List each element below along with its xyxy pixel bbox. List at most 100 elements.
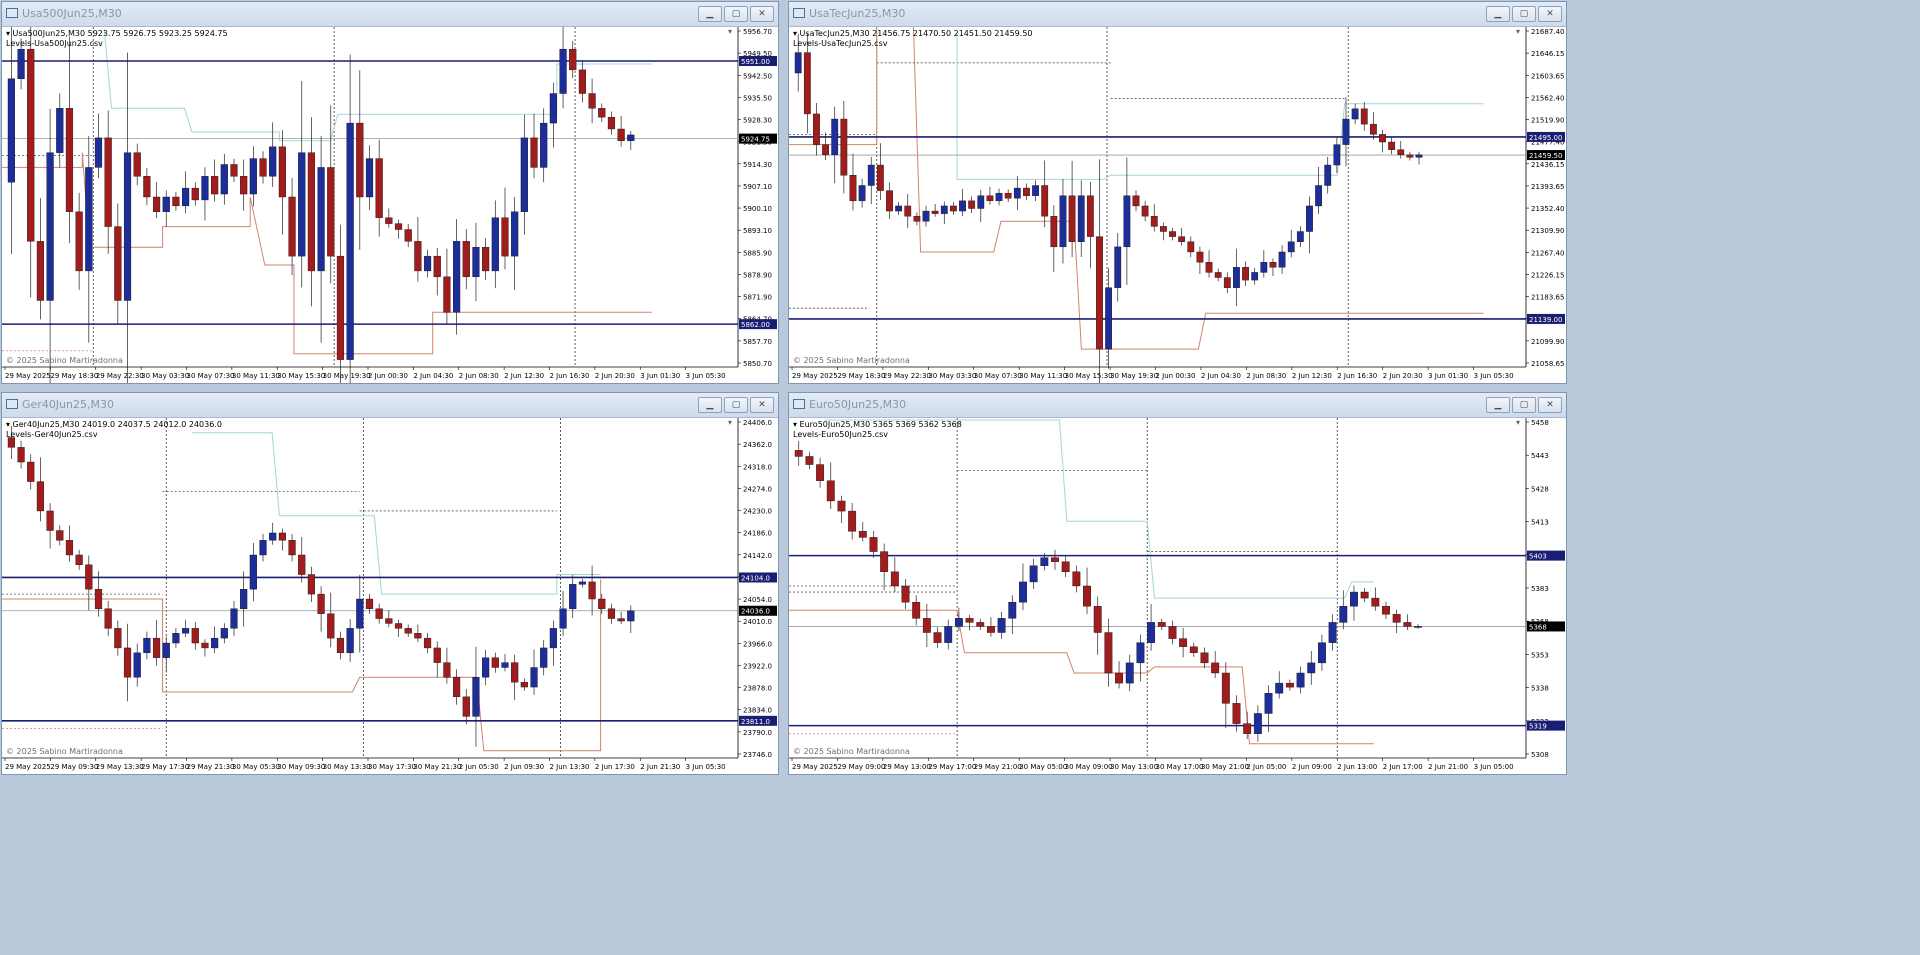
price-axis-label: 24054.0 bbox=[743, 596, 772, 604]
candle-body bbox=[1369, 123, 1377, 135]
candle-body bbox=[858, 185, 866, 202]
price-axis-label: 24318.0 bbox=[743, 463, 772, 471]
chart-window-ger40[interactable]: Ger40Jun25,M30 ▁ ▢ ✕ 24406.0 24362.0 24318… bbox=[1, 392, 779, 775]
window-titlebar[interactable]: Usa500Jun25,M30 ▁ ▢ ✕ bbox=[2, 2, 778, 27]
candle-body bbox=[826, 480, 835, 502]
candle-body bbox=[1008, 601, 1017, 619]
candle-body bbox=[1251, 272, 1259, 281]
candle-body bbox=[162, 196, 170, 212]
maximize-button[interactable]: ▢ bbox=[1512, 397, 1536, 413]
maximize-icon: ▢ bbox=[1519, 9, 1529, 19]
candle-body bbox=[954, 618, 963, 627]
close-button[interactable]: ✕ bbox=[750, 397, 774, 413]
price-axis-label: 5338 bbox=[1531, 685, 1549, 693]
candle-body bbox=[182, 187, 190, 207]
candle-body bbox=[995, 192, 1003, 202]
window-titlebar[interactable]: Euro50Jun25,M30 ▁ ▢ ✕ bbox=[789, 393, 1566, 418]
maximize-button[interactable]: ▢ bbox=[1512, 6, 1536, 22]
minimize-button[interactable]: ▁ bbox=[1486, 397, 1510, 413]
time-axis-label: 2 Jun 20:30 bbox=[1383, 372, 1423, 380]
window-title: UsaTecJun25,M30 bbox=[809, 7, 906, 20]
time-axis-label: 29 May 2025 bbox=[5, 763, 51, 771]
candle-body bbox=[482, 657, 490, 678]
time-axis-label: 2 Jun 08:30 bbox=[1246, 372, 1286, 380]
time-axis-label: 29 May 2025 bbox=[792, 372, 838, 380]
price-axis-label: 5850.70 bbox=[743, 360, 772, 368]
copyright-text: © 2025 Sabino Martiradonna bbox=[793, 747, 910, 756]
price-axis-label: 5413 bbox=[1531, 519, 1549, 527]
candle-body bbox=[211, 637, 219, 649]
candle-body bbox=[133, 152, 141, 177]
close-button[interactable]: ✕ bbox=[750, 6, 774, 22]
time-axis-label: 30 May 03:30 bbox=[141, 372, 189, 380]
candle-body bbox=[1253, 713, 1262, 734]
candle-body bbox=[423, 637, 432, 649]
levels-file-label: Levels-Usa500Jun25.csv bbox=[6, 39, 103, 48]
candle-body bbox=[1333, 144, 1341, 166]
candle-body bbox=[1414, 626, 1422, 628]
candle-body bbox=[104, 608, 112, 629]
candle-body bbox=[152, 637, 161, 658]
time-axis-label: 29 May 17:00 bbox=[928, 763, 976, 771]
candle-body bbox=[7, 78, 15, 183]
chart-window-usa500[interactable]: Usa500Jun25,M30 ▁ ▢ ✕ 5956.70 5949.50 5942… bbox=[1, 1, 779, 384]
candle-body bbox=[1169, 231, 1176, 237]
price-chart[interactable]: 5956.705949.505942.505935.505928.305921.… bbox=[2, 27, 778, 383]
candle-body bbox=[501, 662, 509, 668]
candle-body bbox=[201, 176, 209, 201]
candle-body bbox=[288, 196, 296, 257]
minimize-button[interactable]: ▁ bbox=[1486, 6, 1510, 22]
candle-body bbox=[1050, 215, 1058, 248]
candle-body bbox=[46, 510, 54, 531]
candle-body bbox=[240, 589, 248, 609]
price-axis-label: 5907.10 bbox=[743, 183, 772, 191]
window-titlebar[interactable]: Ger40Jun25,M30 ▁ ▢ ✕ bbox=[2, 393, 778, 418]
chart-window-usatec[interactable]: UsaTecJun25,M30 ▁ ▢ ✕ 21687.40 21646.15 21… bbox=[788, 1, 1567, 384]
candle-body bbox=[1019, 581, 1027, 603]
price-axis-label: 5871.90 bbox=[743, 294, 772, 302]
maximize-button[interactable]: ▢ bbox=[724, 6, 748, 22]
window-titlebar[interactable]: UsaTecJun25,M30 ▁ ▢ ✕ bbox=[789, 2, 1566, 27]
price-axis-label: 23834.0 bbox=[743, 707, 772, 715]
candle-body bbox=[249, 554, 257, 590]
time-axis-label: 2 Jun 00:30 bbox=[368, 372, 408, 380]
candle-body bbox=[1382, 606, 1390, 615]
price-chart[interactable]: 24406.0 24362.0 24318.0 24274.0 24230.0 24186… bbox=[2, 418, 778, 774]
candle-body bbox=[472, 247, 480, 278]
candle-body bbox=[143, 637, 151, 654]
minimize-button[interactable]: ▁ bbox=[698, 397, 722, 413]
candle-body bbox=[803, 52, 811, 115]
candle-body bbox=[1392, 614, 1401, 623]
candle-body bbox=[1051, 557, 1059, 562]
candle-body bbox=[375, 608, 383, 619]
candle-body bbox=[986, 195, 994, 202]
candle-body bbox=[152, 196, 161, 212]
candle-body bbox=[1214, 272, 1222, 278]
time-axis-label: 29 May 2025 bbox=[792, 763, 838, 771]
candle-body bbox=[794, 52, 802, 74]
candle-body bbox=[1287, 241, 1295, 253]
chart-window-euro50[interactable]: Euro50Jun25,M30 ▁ ▢ ✕ 5458 5443 5428 5413 53… bbox=[788, 392, 1567, 775]
candle-body bbox=[269, 532, 277, 541]
time-axis-label: 30 May 15:30 bbox=[277, 372, 325, 380]
candle-body bbox=[240, 176, 248, 195]
price-axis-label: 24362.0 bbox=[743, 441, 772, 449]
price-chart[interactable]: 21687.40 21646.15 21603.65 21562.40 21519.90… bbox=[789, 27, 1566, 383]
candle-body bbox=[453, 241, 461, 313]
close-button[interactable]: ✕ bbox=[1538, 6, 1562, 22]
price-axis-label: 5878.90 bbox=[743, 271, 772, 279]
candle-body bbox=[1013, 187, 1021, 199]
candle-body bbox=[1200, 652, 1209, 664]
candle-body bbox=[1223, 277, 1231, 288]
candle-body bbox=[404, 628, 412, 634]
close-button[interactable]: ✕ bbox=[1538, 397, 1562, 413]
candle-body bbox=[17, 48, 25, 79]
chart-window-icon bbox=[6, 8, 18, 18]
symbol-info: ▾ Euro50Jun25,M30 5365 5369 5362 5368 bbox=[793, 420, 962, 429]
maximize-button[interactable]: ▢ bbox=[724, 397, 748, 413]
price-chart[interactable]: 5458544354285413539853835368535353385323… bbox=[789, 418, 1566, 774]
minimize-button[interactable]: ▁ bbox=[698, 6, 722, 22]
candle-body bbox=[1041, 185, 1049, 217]
candle-body bbox=[317, 593, 325, 614]
candle-body bbox=[1105, 287, 1113, 350]
